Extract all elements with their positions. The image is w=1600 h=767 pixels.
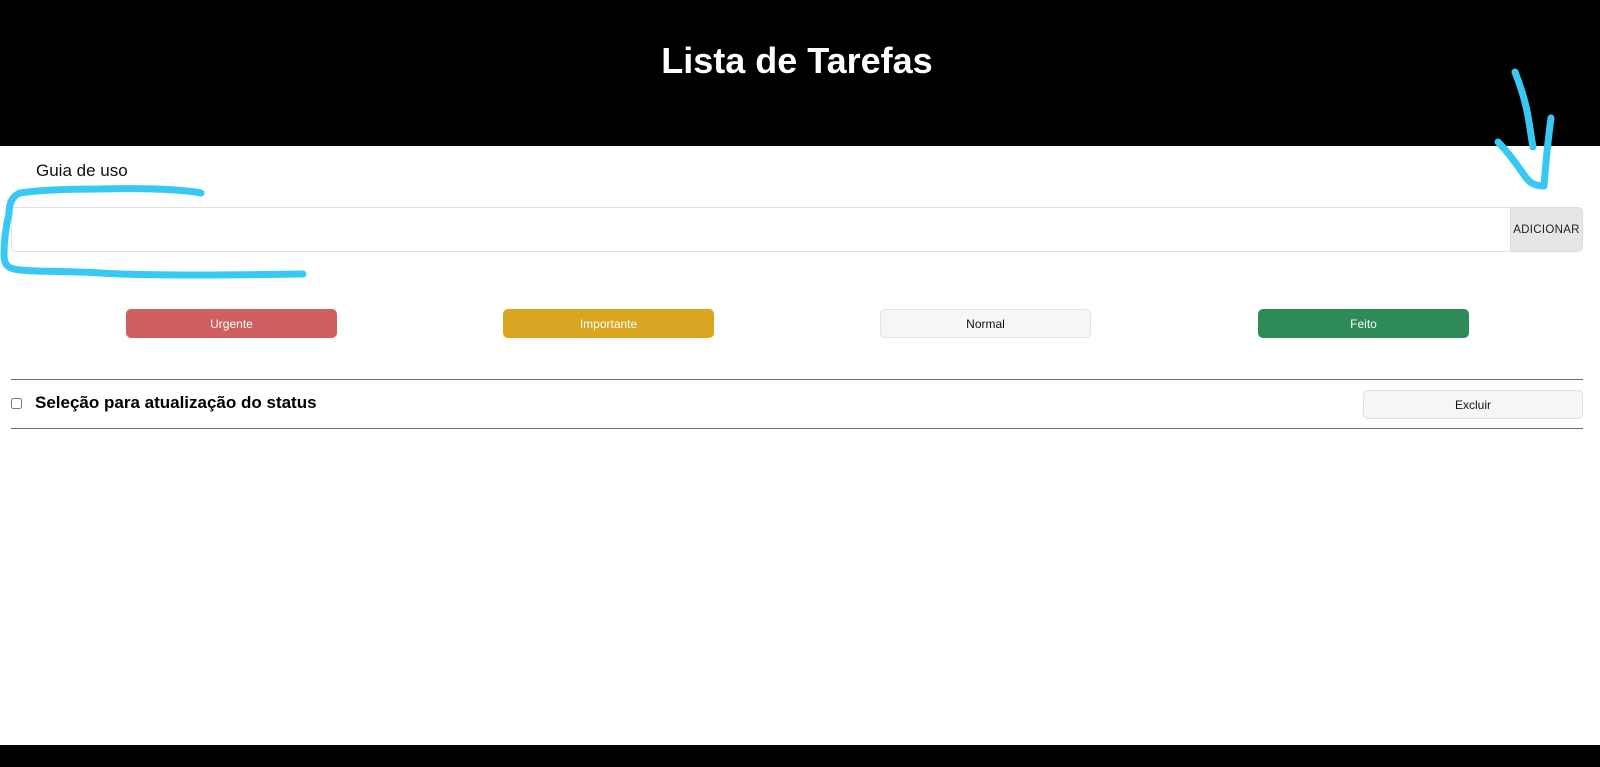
select-all-checkbox[interactable] xyxy=(11,398,22,409)
app-footer xyxy=(0,745,1600,767)
normal-button[interactable]: Normal xyxy=(880,309,1091,338)
task-input[interactable] xyxy=(11,207,1510,252)
page-title: Lista de Tarefas xyxy=(661,40,933,81)
important-button[interactable]: Importante xyxy=(503,309,714,338)
status-selection-label: Seleção para atualização do status xyxy=(35,393,317,412)
app-header: Lista de Tarefas xyxy=(0,0,1600,146)
list-divider-bottom xyxy=(11,428,1583,429)
done-button[interactable]: Feito xyxy=(1258,309,1469,338)
add-task-button[interactable]: ADICIONAR xyxy=(1510,207,1583,252)
usage-guide-link[interactable]: Guia de uso xyxy=(36,161,128,181)
delete-button[interactable]: Excluir xyxy=(1363,390,1583,419)
urgent-button[interactable]: Urgente xyxy=(126,309,337,338)
list-divider-top xyxy=(11,379,1583,380)
task-form: ADICIONAR xyxy=(11,207,1583,252)
